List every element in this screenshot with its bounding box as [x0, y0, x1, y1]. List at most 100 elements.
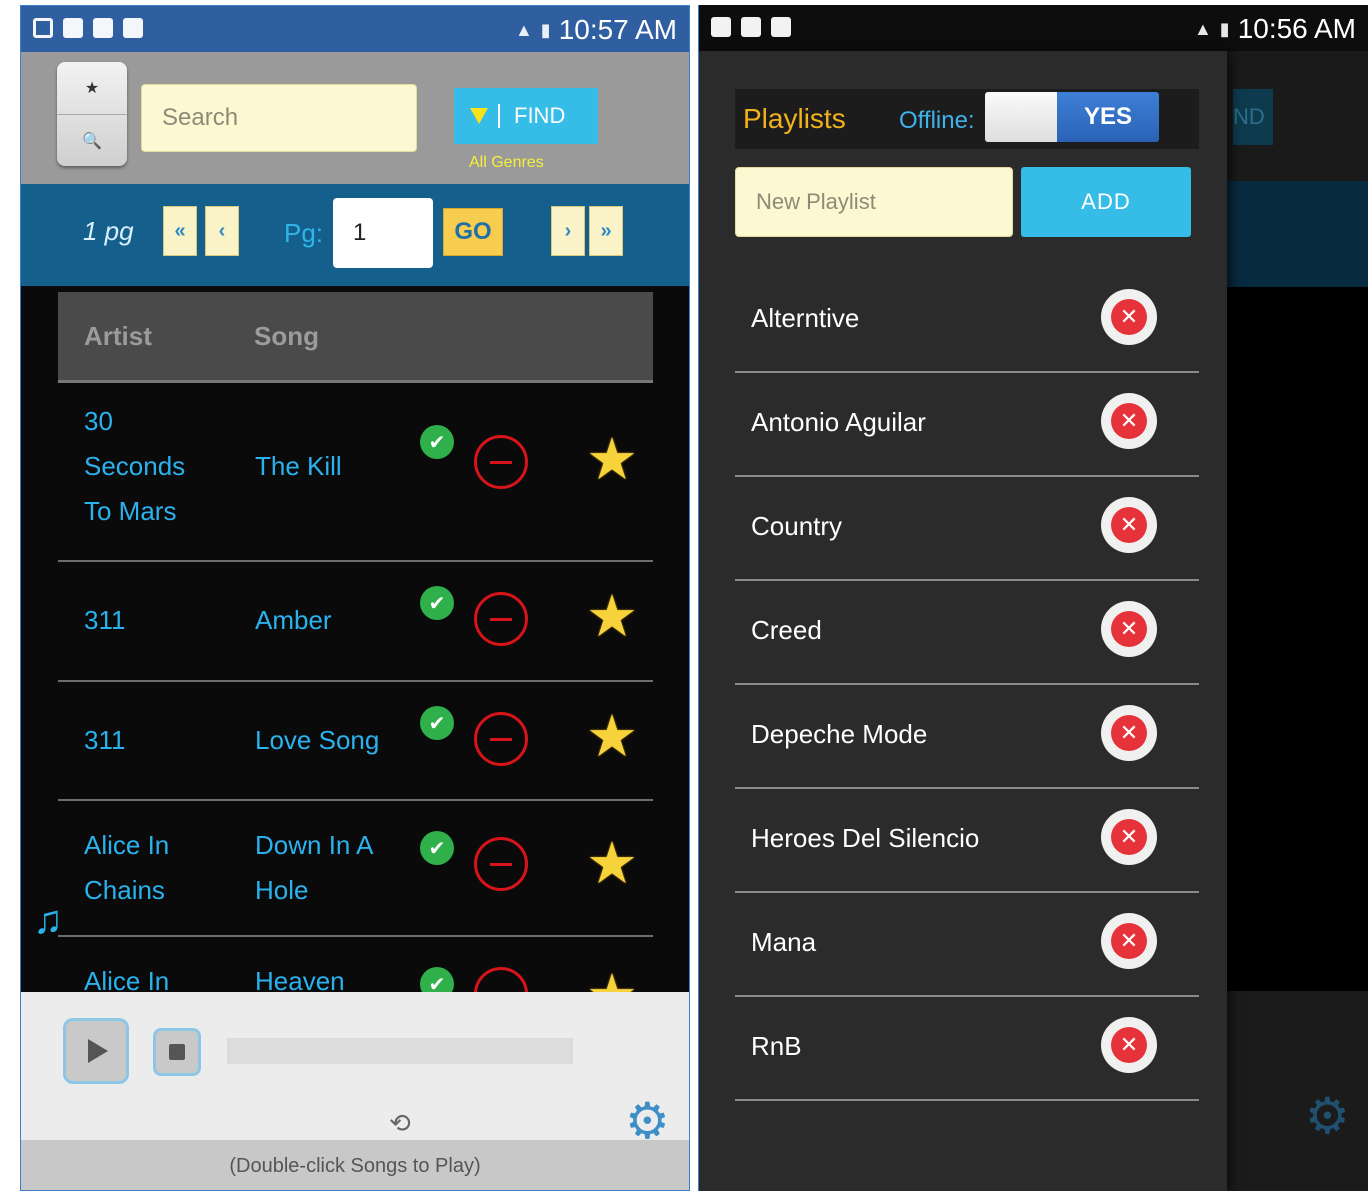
signal-icon: ▲ [1193, 18, 1212, 39]
flipboard-icon [711, 17, 731, 37]
add-playlist-button[interactable]: ADD [1021, 167, 1191, 237]
search-mode-toggle[interactable]: ★ 🔍 [57, 62, 127, 166]
drawer-title: Playlists [743, 103, 846, 134]
artist-cell[interactable]: 311 [84, 718, 214, 763]
next-page-button[interactable]: › [551, 206, 585, 256]
list-item[interactable]: Creed ✕ [735, 581, 1199, 685]
delete-playlist-button[interactable]: ✕ [1101, 705, 1157, 761]
favorite-star-icon[interactable]: ★ [586, 835, 638, 893]
stop-icon [169, 1044, 185, 1060]
favorites-icon[interactable]: ★ [57, 62, 127, 115]
delete-playlist-button[interactable]: ✕ [1101, 1017, 1157, 1073]
close-icon: ✕ [1111, 819, 1147, 855]
check-icon[interactable]: ✔ [420, 706, 454, 740]
delete-playlist-button[interactable]: ✕ [1101, 289, 1157, 345]
offline-toggle[interactable]: YES [985, 92, 1159, 142]
list-item[interactable]: Alterntive ✕ [735, 269, 1199, 373]
page-label: Pg: [284, 218, 324, 248]
remove-icon[interactable] [474, 837, 528, 891]
song-cell[interactable]: Love Song [255, 718, 405, 763]
close-icon: ✕ [1111, 611, 1147, 647]
gear-icon[interactable]: ⚙ [625, 1096, 670, 1146]
find-button[interactable]: FIND [454, 88, 598, 144]
playlist-name[interactable]: Mana [751, 927, 816, 958]
favorite-star-icon[interactable]: ★ [586, 431, 638, 489]
playlist-name[interactable]: RnB [751, 1031, 802, 1062]
table-row[interactable]: 311 Amber ✔ ★ [58, 562, 653, 682]
genre-filter-label[interactable]: All Genres [469, 154, 544, 172]
table-row[interactable]: Alice In Chains Down In A Hole ✔ ★ [58, 801, 653, 937]
first-page-button[interactable]: « [163, 206, 197, 256]
page-number-input[interactable] [333, 198, 433, 268]
search-input[interactable] [141, 84, 417, 152]
search-icon[interactable]: 🔍 [57, 115, 127, 167]
go-button[interactable]: GO [443, 208, 503, 256]
list-item[interactable]: Depeche Mode ✕ [735, 685, 1199, 789]
playback-progress[interactable] [227, 1038, 573, 1064]
artist-cell[interactable]: Alice In Chains [84, 823, 214, 913]
search-header: ★ 🔍 FIND All Genres [21, 52, 689, 184]
close-icon: ✕ [1111, 507, 1147, 543]
remove-icon[interactable] [474, 712, 528, 766]
list-item[interactable]: Mana ✕ [735, 893, 1199, 997]
delete-playlist-button[interactable]: ✕ [1101, 393, 1157, 449]
toggle-knob[interactable] [985, 92, 1057, 142]
remove-icon[interactable] [474, 435, 528, 489]
delete-playlist-button[interactable]: ✕ [1101, 497, 1157, 553]
last-page-button[interactable]: » [589, 206, 623, 256]
list-item[interactable]: RnB ✕ [735, 997, 1199, 1101]
repeat-icon[interactable]: ⟲ [389, 1108, 411, 1139]
song-cell[interactable]: Amber [255, 598, 405, 643]
playlist-list: Alterntive ✕ Antonio Aguilar ✕ Country ✕… [735, 269, 1199, 1101]
table-row[interactable]: 311 Love Song ✔ ★ [58, 682, 653, 801]
song-table: Artist Song 30 Seconds To Mars The Kill … [58, 292, 653, 1025]
play-hint: (Double-click Songs to Play) [21, 1140, 689, 1190]
clock: 10:56 AM [1237, 13, 1356, 44]
pagination-bar: 1 pg « ‹ Pg: GO › » [21, 184, 689, 286]
playlist-name[interactable]: Country [751, 511, 842, 542]
new-playlist-input[interactable] [735, 167, 1013, 237]
genre-dropdown-icon[interactable] [470, 108, 488, 124]
toggle-value[interactable]: YES [1057, 92, 1159, 142]
artist-cell[interactable]: 30 Seconds To Mars [84, 399, 214, 534]
drawer-header: Playlists Offline: YES [735, 89, 1199, 149]
camera-icon [771, 17, 791, 37]
playlist-name[interactable]: Antonio Aguilar [751, 407, 926, 438]
playlist-name[interactable]: Creed [751, 615, 822, 646]
signal-icon: ▲ [514, 19, 533, 40]
battery-icon: ▮ [1219, 18, 1230, 39]
delete-playlist-button[interactable]: ✕ [1101, 809, 1157, 865]
column-header-song[interactable]: Song [254, 321, 319, 352]
column-header-artist[interactable]: Artist [58, 321, 254, 352]
list-item[interactable]: Antonio Aguilar ✕ [735, 373, 1199, 477]
favorite-star-icon[interactable]: ★ [586, 708, 638, 766]
song-cell[interactable]: Down In A Hole [255, 823, 405, 913]
artist-cell[interactable]: 311 [84, 598, 214, 643]
prev-page-button[interactable]: ‹ [205, 206, 239, 256]
delete-playlist-button[interactable]: ✕ [1101, 913, 1157, 969]
playlist-name[interactable]: Depeche Mode [751, 719, 927, 750]
remove-icon[interactable] [474, 592, 528, 646]
list-item[interactable]: Heroes Del Silencio ✕ [735, 789, 1199, 893]
check-icon[interactable]: ✔ [420, 586, 454, 620]
playlist-name[interactable]: Alterntive [751, 303, 859, 334]
check-icon[interactable]: ✔ [420, 831, 454, 865]
close-icon: ✕ [1111, 299, 1147, 335]
delete-playlist-button[interactable]: ✕ [1101, 601, 1157, 657]
list-item[interactable]: Country ✕ [735, 477, 1199, 581]
table-row[interactable]: 30 Seconds To Mars The Kill ✔ ★ [58, 383, 653, 562]
status-bar: ▲ ▮ 10:56 AM [699, 5, 1368, 51]
play-button[interactable] [63, 1018, 129, 1084]
favorite-star-icon[interactable]: ★ [586, 588, 638, 646]
close-icon: ✕ [1111, 403, 1147, 439]
close-icon: ✕ [1111, 1027, 1147, 1063]
stop-button[interactable] [153, 1028, 201, 1076]
playlist-name[interactable]: Heroes Del Silencio [751, 823, 979, 854]
playlists-screen: ▲ ▮ 10:56 AM ND ⚙ Playlists Offline: YES… [698, 5, 1368, 1191]
divider [498, 104, 500, 128]
playlist-icon[interactable]: ♫ [33, 898, 63, 943]
camera-icon [741, 17, 761, 37]
dimmed-pager [1227, 181, 1368, 287]
check-icon[interactable]: ✔ [420, 425, 454, 459]
song-cell[interactable]: The Kill [255, 444, 405, 489]
